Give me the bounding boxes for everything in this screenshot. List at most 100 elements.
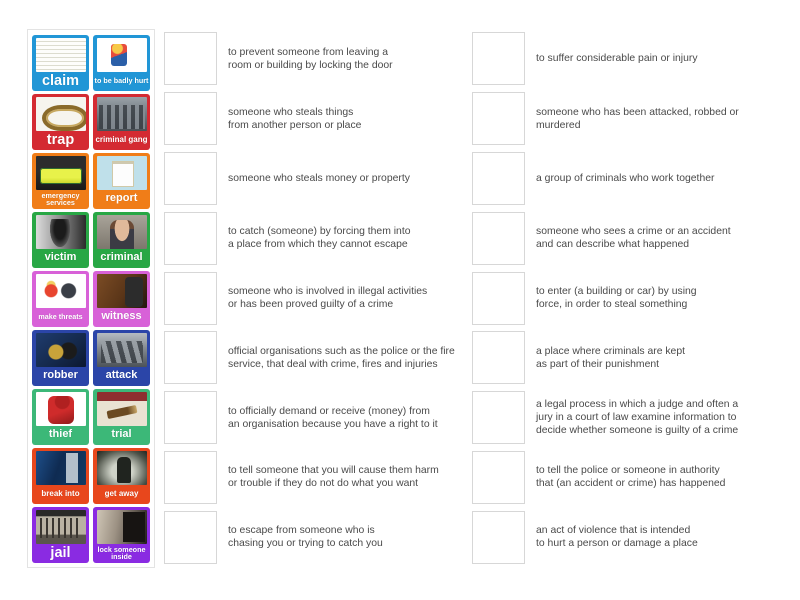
tile-label: report	[105, 192, 138, 205]
drop-target[interactable]	[472, 32, 525, 86]
tile-label: make threats	[38, 312, 83, 322]
definition-row: to tell the police or someone in authori…	[472, 448, 784, 508]
drop-target[interactable]	[164, 32, 217, 86]
tile-trap[interactable]: trap	[32, 93, 89, 150]
definition-text: to prevent someone from leaving a room o…	[228, 46, 393, 71]
definition-row: to tell someone that you will cause them…	[164, 448, 464, 508]
tile-make-threats[interactable]: make threats	[32, 270, 89, 327]
definition-row: a group of criminals who work together	[472, 149, 784, 209]
drop-target[interactable]	[472, 331, 525, 385]
thief-image	[35, 391, 86, 426]
drop-target[interactable]	[472, 450, 525, 504]
tile-label: break into	[41, 488, 80, 498]
drop-target[interactable]	[164, 271, 217, 325]
tile-label: criminal gang	[95, 134, 148, 144]
trap-image	[35, 96, 86, 131]
definition-row: to officially demand or receive (money) …	[164, 388, 464, 448]
gang-image	[96, 96, 147, 131]
tile-label: attack	[105, 369, 138, 382]
definition-row: an act of violence that is intended to h…	[472, 507, 784, 567]
tile-trial[interactable]: trial	[93, 388, 150, 445]
tile-row: make threats witness	[31, 269, 151, 328]
definition-text: a place where criminals are kept as part…	[536, 345, 686, 370]
definition-text: to escape from someone who is chasing yo…	[228, 525, 383, 550]
tile-label: lock someone inside	[97, 544, 146, 561]
robber-image	[35, 332, 86, 367]
tile-break-into[interactable]: break into	[32, 447, 89, 504]
definition-text: to suffer considerable pain or injury	[536, 53, 698, 65]
tile-claim[interactable]: claim	[32, 34, 89, 91]
tile-robber[interactable]: robber	[32, 329, 89, 386]
drop-target[interactable]	[164, 450, 217, 504]
tile-panel: claim to be badly hurt trap criminal gang em…	[27, 29, 155, 568]
drop-target[interactable]	[164, 510, 217, 564]
definition-text: a legal process in which a judge and oft…	[536, 399, 739, 437]
tile-emergency-services[interactable]: emergency services	[32, 152, 89, 209]
tile-to-be-badly-hurt[interactable]: to be badly hurt	[93, 34, 150, 91]
definition-row: someone who steals things from another p…	[164, 89, 464, 149]
definition-text: to catch (someone) by forcing them into …	[228, 226, 411, 251]
tile-label: emergency services	[41, 190, 80, 207]
tile-get-away[interactable]: get away	[93, 447, 150, 504]
tile-row: emergency services report	[31, 151, 151, 210]
tile-row: jail lock someone inside	[31, 505, 151, 564]
drop-target[interactable]	[164, 92, 217, 146]
jail-image	[35, 509, 86, 544]
definition-text: to tell someone that you will cause them…	[228, 465, 439, 490]
tile-lock-someone-inside[interactable]: lock someone inside	[93, 506, 150, 563]
drop-target[interactable]	[472, 211, 525, 265]
definition-row: a legal process in which a judge and oft…	[472, 388, 784, 448]
tile-criminal[interactable]: criminal	[93, 211, 150, 268]
definition-row: to suffer considerable pain or injury	[472, 29, 784, 89]
definition-text: to officially demand or receive (money) …	[228, 405, 438, 430]
definition-row: to prevent someone from leaving a room o…	[164, 29, 464, 89]
drop-target[interactable]	[472, 151, 525, 205]
getaway-image	[96, 450, 147, 485]
tile-label: jail	[50, 544, 71, 561]
badlyhurt-image	[96, 37, 147, 72]
trial-image	[96, 391, 147, 426]
tile-label: criminal	[100, 251, 143, 264]
definition-text: to enter (a building or car) by using fo…	[536, 285, 697, 311]
definition-text: official organisations such as the polic…	[228, 345, 455, 370]
claim-image	[35, 37, 86, 72]
tile-criminal-gang[interactable]: criminal gang	[93, 93, 150, 150]
attack-image	[96, 332, 147, 367]
definition-row: someone who has been attacked, robbed or…	[472, 89, 784, 149]
definition-column-middle: to prevent someone from leaving a room o…	[164, 29, 464, 567]
definition-row: official organisations such as the polic…	[164, 328, 464, 388]
drop-target[interactable]	[472, 510, 525, 564]
tile-jail[interactable]: jail	[32, 506, 89, 563]
drop-target[interactable]	[164, 211, 217, 265]
definition-column-right: to suffer considerable pain or injury som…	[472, 29, 784, 567]
definition-row: someone who sees a crime or an accident …	[472, 208, 784, 268]
tile-report[interactable]: report	[93, 152, 150, 209]
tile-row: break into get away	[31, 446, 151, 505]
tile-label: witness	[101, 310, 142, 323]
tile-row: thief trial	[31, 387, 151, 446]
drop-target[interactable]	[472, 391, 525, 445]
drop-target[interactable]	[164, 151, 217, 205]
tile-thief[interactable]: thief	[32, 388, 89, 445]
drop-target[interactable]	[164, 391, 217, 445]
report-image	[96, 155, 147, 190]
drop-target[interactable]	[472, 92, 525, 146]
tile-label: victim	[44, 251, 77, 264]
tile-label: to be badly hurt	[94, 76, 149, 86]
locksomeone-image	[96, 509, 147, 544]
tile-victim[interactable]: victim	[32, 211, 89, 268]
tile-witness[interactable]: witness	[93, 270, 150, 327]
witness-image	[96, 273, 147, 308]
tile-attack[interactable]: attack	[93, 329, 150, 386]
tile-label: trap	[46, 131, 75, 148]
tile-label: thief	[48, 428, 73, 441]
drop-target[interactable]	[472, 271, 525, 325]
tile-row: claim to be badly hurt	[31, 33, 151, 92]
definition-text: someone who is involved in illegal activ…	[228, 285, 428, 311]
victim-image	[35, 214, 86, 249]
definition-text: to tell the police or someone in authori…	[536, 465, 726, 490]
definition-text: someone who has been attacked, robbed or…	[536, 106, 739, 131]
tile-label: claim	[41, 72, 80, 89]
drop-target[interactable]	[164, 331, 217, 385]
activity-canvas: claim to be badly hurt trap criminal gang em…	[0, 0, 800, 600]
